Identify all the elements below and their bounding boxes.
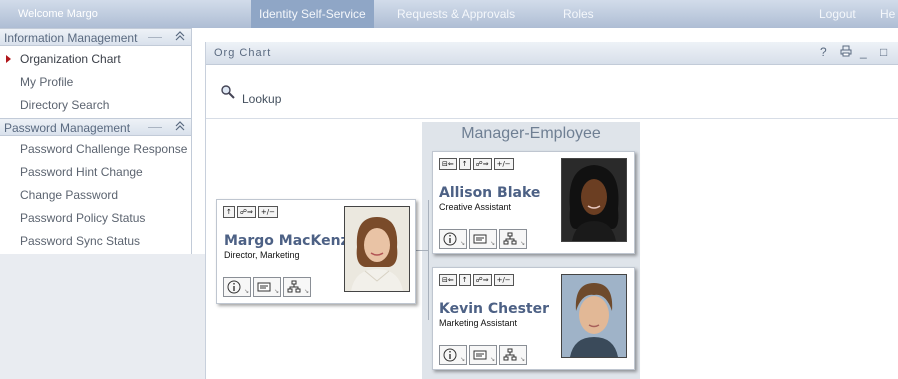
person-title: Creative Assistant (439, 202, 512, 212)
help-link[interactable]: He (880, 0, 895, 28)
expand-collapse-icon[interactable]: +/− (493, 274, 514, 286)
email-icon[interactable]: ↘ (469, 345, 497, 365)
sidebar: Information Management Organization Char… (0, 28, 205, 379)
sidebar-item-password-hint-change[interactable]: Password Hint Change (0, 161, 191, 183)
person-name[interactable]: Kevin Chester (439, 301, 549, 317)
portlet-title: Org Chart (214, 47, 272, 59)
card-actions: ↘ ↘ ↘ (223, 277, 313, 297)
sidebar-item-password-sync-status[interactable]: Password Sync Status (0, 230, 191, 252)
sidebar-item-change-password[interactable]: Change Password (0, 184, 191, 206)
sidebar-item-password-challenge-response[interactable]: Password Challenge Response (0, 138, 191, 160)
email-icon[interactable]: ↘ (469, 229, 497, 249)
org-chart-icon[interactable]: ↘ (283, 277, 311, 297)
help-icon[interactable]: ? (820, 45, 827, 59)
employee-card[interactable]: ⊟⇐ ↑ ☍⇒ +/− Kevin Chester Marketing Assista… (432, 267, 635, 370)
email-icon[interactable]: ↘ (253, 277, 281, 297)
divider (206, 118, 898, 119)
move-up-icon[interactable]: ↑ (458, 274, 471, 286)
person-photo (561, 158, 627, 242)
welcome-text: Welcome Margo (18, 8, 98, 20)
person-title: Marketing Assistant (439, 318, 518, 328)
connector-line (428, 200, 429, 320)
card-actions: ↘ ↘ ↘ (439, 229, 529, 249)
sidebar-border (191, 28, 192, 254)
sidebar-item-label: Directory Search (20, 98, 110, 112)
tab-identity-self-service[interactable]: Identity Self-Service (251, 0, 374, 28)
info-icon[interactable]: ↘ (223, 277, 251, 297)
show-manager-icon[interactable]: ⊟⇐ (439, 274, 457, 286)
card-toolbar: ⊟⇐ ↑ ☍⇒ +/− (439, 274, 516, 286)
show-manager-icon[interactable]: ⊟⇐ (439, 158, 457, 170)
collapse-icon[interactable] (173, 31, 187, 45)
expand-collapse-icon[interactable]: +/− (257, 206, 278, 218)
collapse-icon[interactable] (173, 121, 187, 135)
sidebar-item-label: Organization Chart (20, 52, 121, 66)
org-chart-icon[interactable]: ↘ (499, 345, 527, 365)
section-password-management[interactable]: Password Management (0, 118, 191, 136)
section-title: Password Management (4, 121, 131, 135)
person-name[interactable]: Allison Blake (439, 185, 540, 201)
minimize-icon[interactable]: _ (860, 45, 867, 59)
lookup-label: Lookup (242, 92, 282, 106)
org-chart-icon[interactable]: ↘ (499, 229, 527, 249)
print-icon[interactable] (840, 45, 852, 60)
sidebar-item-organization-chart[interactable]: Organization Chart (0, 48, 191, 70)
tab-roles[interactable]: Roles (563, 0, 594, 24)
divider (148, 127, 162, 128)
card-actions: ↘ ↘ ↘ (439, 345, 529, 365)
tab-requests-approvals[interactable]: Requests & Approvals (397, 0, 515, 24)
sidebar-item-label: Password Hint Change (20, 165, 143, 179)
sidebar-item-password-policy-status[interactable]: Password Policy Status (0, 207, 191, 229)
active-marker-icon (6, 55, 11, 63)
sidebar-item-label: My Profile (20, 75, 74, 89)
expand-collapse-icon[interactable]: +/− (493, 158, 514, 170)
show-reports-icon[interactable]: ☍⇒ (236, 206, 256, 218)
group-title: Manager-Employee (461, 125, 601, 142)
manager-card[interactable]: ↑ ☍⇒ +/− Margo MacKenzie Director, Marketi… (216, 199, 416, 304)
magnifier-icon (220, 84, 236, 100)
person-name[interactable]: Margo MacKenzie (224, 233, 363, 249)
sidebar-item-label: Password Challenge Response (20, 142, 188, 156)
move-up-icon[interactable]: ↑ (458, 158, 471, 170)
info-icon[interactable]: ↘ (439, 345, 467, 365)
show-reports-icon[interactable]: ☍⇒ (472, 158, 492, 170)
info-icon[interactable]: ↘ (439, 229, 467, 249)
person-title: Director, Marketing (224, 250, 300, 260)
sidebar-item-label: Password Sync Status (20, 234, 141, 248)
section-information-management[interactable]: Information Management (0, 28, 191, 46)
sidebar-item-label: Password Policy Status (20, 211, 146, 225)
top-navigation-bar: Welcome Margo Identity Self-Service Requ… (0, 0, 898, 28)
sidebar-empty-area (0, 254, 205, 379)
logout-link[interactable]: Logout (819, 0, 856, 28)
person-photo (344, 206, 410, 292)
sidebar-item-directory-search[interactable]: Directory Search (0, 94, 191, 116)
sidebar-item-label: Change Password (20, 188, 119, 202)
card-toolbar: ⊟⇐ ↑ ☍⇒ +/− (439, 158, 516, 170)
portlet-header: Org Chart ? _ □ (206, 42, 898, 65)
section-title: Information Management (4, 31, 138, 45)
person-photo (561, 274, 627, 358)
connector-line (416, 250, 428, 251)
card-toolbar: ↑ ☍⇒ +/− (223, 206, 280, 218)
show-reports-icon[interactable]: ☍⇒ (472, 274, 492, 286)
divider (148, 37, 162, 38)
sidebar-item-my-profile[interactable]: My Profile (0, 71, 191, 93)
move-up-icon[interactable]: ↑ (223, 206, 235, 218)
maximize-icon[interactable]: □ (880, 45, 887, 59)
employee-card[interactable]: ⊟⇐ ↑ ☍⇒ +/− Allison Blake Creative Assistan… (432, 151, 635, 254)
